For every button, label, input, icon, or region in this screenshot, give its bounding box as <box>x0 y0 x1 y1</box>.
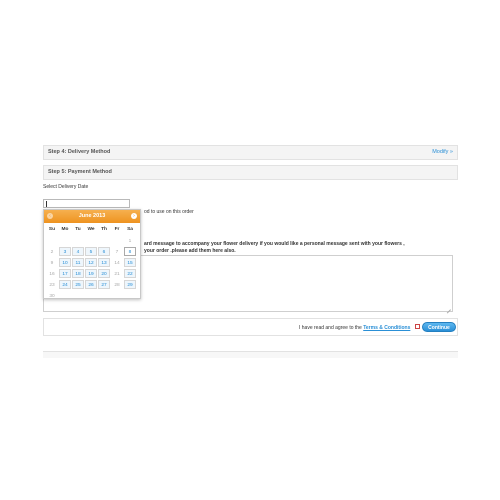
day-cell-disabled: 16 <box>49 272 55 277</box>
day-cell[interactable]: 22 <box>124 269 136 278</box>
day-cell-disabled: 1 <box>128 239 132 244</box>
continue-button[interactable]: Continue <box>422 322 456 332</box>
step-5-title: Step 5: Payment Method <box>48 169 112 175</box>
empty-day-cell <box>98 236 110 245</box>
day-cell[interactable]: 27 <box>98 280 110 289</box>
text-caret <box>46 201 47 207</box>
weekday-label: Tu <box>75 227 81 232</box>
day-cell-disabled: 30 <box>49 294 55 299</box>
day-cell-disabled: 14 <box>114 261 120 266</box>
datepicker-header: ‹ June 2013 › <box>44 210 140 223</box>
payment-method-text: od to use on this order <box>144 209 194 215</box>
week-row: 9 10 11 12 13 14 15 <box>46 258 138 269</box>
weekday-label: We <box>87 227 95 232</box>
day-cell-disabled: 21 <box>114 272 120 277</box>
weekday-row: Su Mo Tu We Th Fr Sa <box>46 225 138 236</box>
week-row: 1 <box>46 236 138 247</box>
step-6-header-partial <box>43 351 458 358</box>
empty-day-cell <box>111 291 123 300</box>
datepicker-month-label: June 2013 <box>78 213 106 219</box>
empty-day-cell <box>98 291 110 300</box>
day-cell[interactable]: 12 <box>85 258 97 267</box>
day-cell-disabled: 23 <box>49 283 55 288</box>
day-cell[interactable]: 17 <box>59 269 71 278</box>
weekday-label: Mo <box>61 227 69 232</box>
resize-handle[interactable] <box>446 305 451 310</box>
next-month-icon[interactable]: › <box>131 213 137 219</box>
delivery-date-input[interactable] <box>43 199 130 208</box>
day-cell[interactable]: 24 <box>59 280 71 289</box>
day-cell[interactable]: 15 <box>124 258 136 267</box>
empty-day-cell <box>59 291 71 300</box>
step-5-header: Step 5: Payment Method <box>43 165 458 180</box>
day-cell-disabled: 2 <box>50 250 54 255</box>
agree-text: I have read and agree to the Terms & Con… <box>299 325 411 331</box>
empty-day-cell <box>72 291 84 300</box>
week-row: 30 <box>46 291 138 302</box>
day-cell-disabled: 7 <box>115 250 119 255</box>
message-instructions-line1: ard message to accompany your flower del… <box>144 241 405 247</box>
empty-day-cell <box>46 236 58 245</box>
day-cell[interactable]: 29 <box>124 280 136 289</box>
week-row: 2345678 <box>46 247 138 258</box>
weekday-label: Su <box>48 227 56 232</box>
weekday-label: Fr <box>114 227 120 232</box>
week-row: 23 24 25 26 27 28 29 <box>46 280 138 291</box>
empty-day-cell <box>72 236 84 245</box>
day-cell[interactable]: 20 <box>98 269 110 278</box>
empty-day-cell <box>111 236 123 245</box>
datepicker-grid: Su Mo Tu We Th Fr Sa 1 2 3 4 5 6 7 8 9 10 11 12 13 14 15 16 17 1… <box>46 225 138 302</box>
day-cell[interactable]: 26 <box>85 280 97 289</box>
agree-checkbox[interactable] <box>415 324 420 329</box>
day-cell-disabled: 28 <box>114 283 120 288</box>
day-cell[interactable]: 25 <box>72 280 84 289</box>
empty-day-cell <box>85 291 97 300</box>
delivery-date-label: Select Delivery Date <box>43 184 89 190</box>
message-instructions-line2: your order .please add them here also. <box>144 248 236 254</box>
terms-link[interactable]: Terms & Conditions <box>363 325 410 331</box>
weekday-label: Th <box>101 227 107 232</box>
weekday-label: Sa <box>127 227 133 232</box>
empty-day-cell <box>85 236 97 245</box>
day-cell[interactable]: 10 <box>59 258 71 267</box>
confirm-bar: I have read and agree to the Terms & Con… <box>43 318 458 336</box>
datepicker-popup: ‹ June 2013 › Su Mo Tu We Th Fr Sa 1 2 3 4 5 6 7 8 9 10 1… <box>43 209 141 299</box>
modify-link[interactable]: Modify » <box>432 149 453 155</box>
day-cell[interactable]: 13 <box>98 258 110 267</box>
day-cell[interactable]: 6 <box>98 247 110 256</box>
empty-day-cell <box>59 236 71 245</box>
day-cell[interactable]: 5 <box>85 247 97 256</box>
day-cell[interactable]: 8 <box>124 247 136 256</box>
day-cell-disabled: 9 <box>50 261 54 266</box>
day-cell[interactable]: 4 <box>72 247 84 256</box>
day-cell[interactable]: 18 <box>72 269 84 278</box>
day-cell[interactable]: 19 <box>85 269 97 278</box>
day-cell[interactable]: 3 <box>59 247 71 256</box>
step-4-header: Step 4: Delivery Method Modify » <box>43 145 458 160</box>
day-cell[interactable]: 11 <box>72 258 84 267</box>
week-row: 16 17 18 19 20 21 22 <box>46 269 138 280</box>
step-4-title: Step 4: Delivery Method <box>48 149 111 155</box>
empty-day-cell <box>124 291 136 300</box>
